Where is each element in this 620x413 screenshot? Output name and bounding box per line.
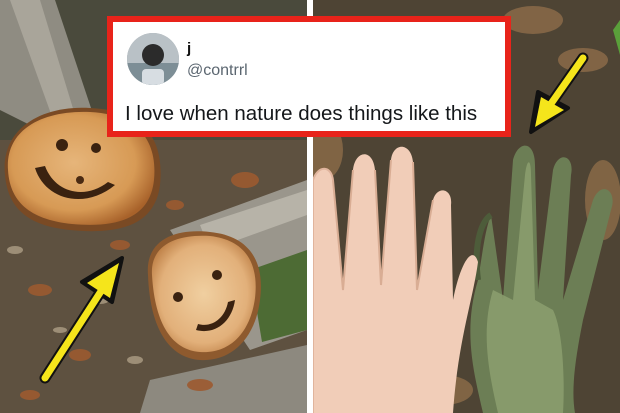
display-name[interactable]: j — [187, 40, 191, 57]
user-handle[interactable]: @contrrl — [187, 62, 248, 80]
tweet-card: j @contrrl I love when nature does thing… — [107, 16, 511, 137]
tweet-text: I love when nature does things like this — [125, 102, 478, 125]
avatar — [127, 33, 179, 85]
